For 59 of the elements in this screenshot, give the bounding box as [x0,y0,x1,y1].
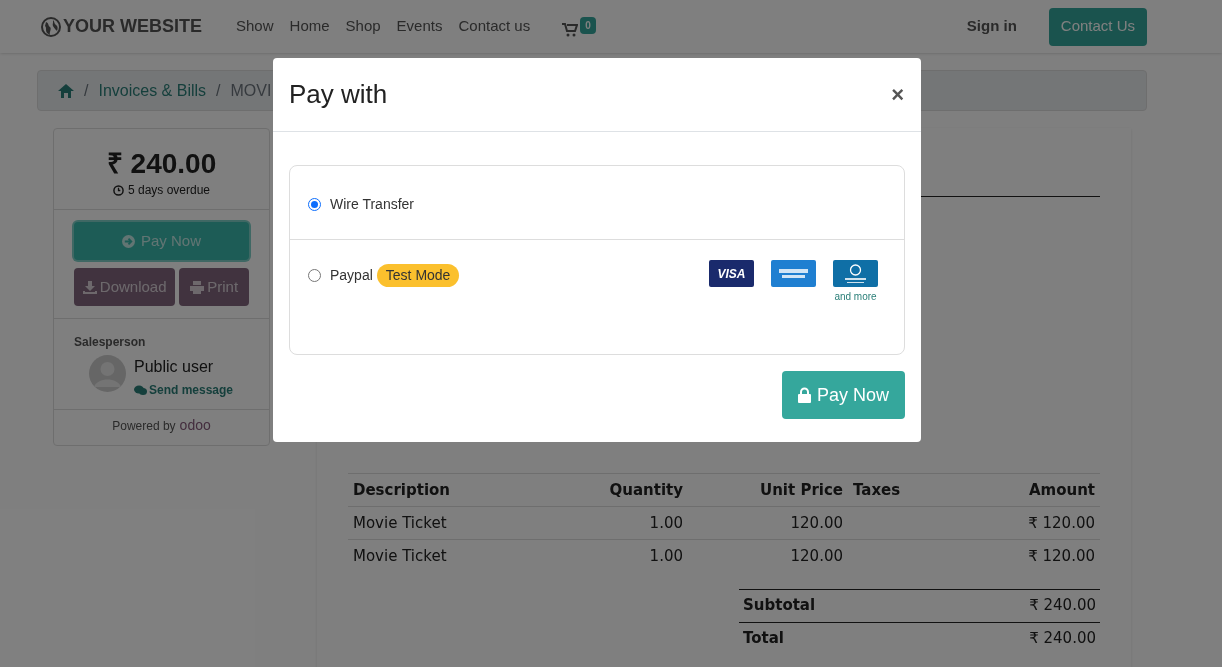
globe-icon [41,16,61,37]
radio-button[interactable] [308,269,321,282]
overdue-text: 5 days overdue [127,182,211,199]
total-value: ₹ 240.00 [1029,628,1096,650]
breadcrumb-separator: / [216,80,221,101]
table-cell: Movie Ticket [348,506,528,540]
column-header: Amount [955,473,1100,507]
home-icon[interactable] [58,83,74,98]
radio-button[interactable] [308,198,321,211]
subtotal-value: ₹ 240.00 [1029,595,1096,617]
card-logo-icon [771,260,816,287]
visa-logo: VISA [709,260,754,287]
printer-icon [190,280,205,294]
arrow-circle-icon [122,234,135,248]
current-page-label: MOVI [230,80,272,101]
table-cell: ₹ 120.00 [955,506,1100,540]
table-cell: 1.00 [528,506,688,540]
column-header: Quantity [528,473,688,507]
column-header: Description [348,473,528,507]
cart-icon[interactable] [562,22,579,37]
chat-icon [134,384,147,396]
and-more-link[interactable]: and more [834,289,877,304]
total-label: Total [743,628,784,650]
nav-link[interactable]: Contact us [458,15,531,38]
close-button[interactable]: × [891,83,904,106]
avatar-icon [89,355,126,392]
cart-count-badge: 0 [580,16,596,34]
salesperson-name: Public user [134,357,215,377]
breadcrumb-separator: / [84,80,89,101]
table-cell: 1.00 [528,539,688,573]
breadcrumb-link[interactable]: Invoices & Bills [98,78,207,103]
download-icon [82,280,97,294]
table-cell: 120.00 [688,506,848,540]
lock-icon [798,387,811,403]
payment-option-label[interactable]: Paypal [330,265,373,286]
dialog-title: Pay with [289,78,388,111]
table-cell: ₹ 120.00 [955,539,1100,573]
nav-link[interactable]: Events [396,15,443,38]
subtotal-label: Subtotal [743,595,816,617]
brand-logo[interactable]: YOUR WEBSITE [41,13,202,40]
amount-due: ₹ 240.00 [106,147,217,181]
card-logo-icon [833,260,878,287]
send-message-link[interactable]: Send message [134,381,234,399]
salesperson-label: Salesperson [74,334,147,351]
contact-us-button[interactable]: Contact Us [1048,7,1147,46]
odoo-logo[interactable]: odoo [179,415,211,436]
test-mode-badge: Test Mode [376,264,460,287]
nav-link[interactable]: Shop [345,15,381,38]
sign-in-link[interactable]: Sign in [966,15,1017,38]
nav-link[interactable]: Home [289,15,330,38]
payment-option-label[interactable]: Wire Transfer [330,194,414,215]
column-header: Unit Price [688,473,848,507]
powered-by-text: Powered by [112,417,176,435]
nav-link[interactable]: Show [236,15,274,38]
pay-now-button[interactable]: Pay Now [782,371,905,419]
table-cell: 120.00 [688,539,848,573]
clock-icon [112,184,124,196]
column-header: Taxes [848,473,956,507]
table-cell: Movie Ticket [348,539,528,573]
